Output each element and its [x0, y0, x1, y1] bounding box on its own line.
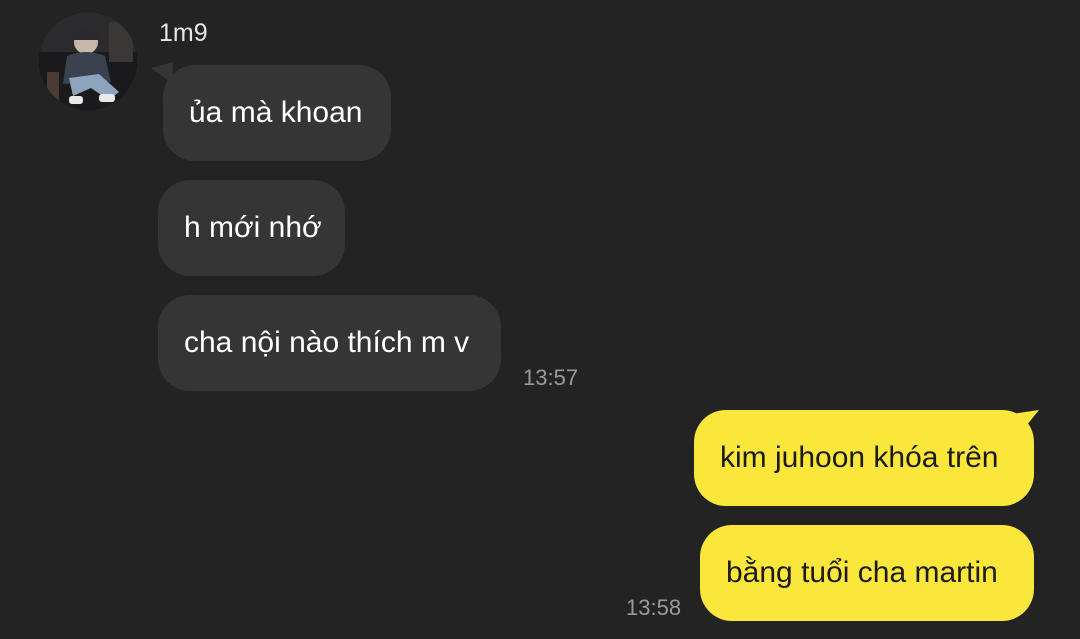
message-text: h mới nhớ — [184, 211, 322, 244]
message-text: bằng tuổi cha martin — [726, 556, 998, 589]
message-timestamp: 13:58 — [626, 595, 682, 620]
sender-name: 1m9 — [159, 19, 208, 47]
sender-avatar[interactable] — [39, 12, 137, 110]
incoming-message[interactable]: h mới nhớ — [158, 180, 345, 276]
outgoing-message[interactable]: kim juhoon khóa trên — [694, 410, 1034, 506]
incoming-message[interactable]: ủa mà khoan — [163, 65, 391, 161]
message-text: ủa mà khoan — [189, 96, 363, 129]
message-text: cha nội nào thích m v — [184, 326, 470, 359]
message-timestamp: 13:57 — [523, 365, 579, 390]
incoming-message[interactable]: cha nội nào thích m v — [158, 295, 501, 391]
outgoing-message[interactable]: bằng tuổi cha martin — [700, 525, 1034, 621]
message-text: kim juhoon khóa trên — [720, 441, 999, 474]
profile-photo-icon — [39, 12, 137, 110]
